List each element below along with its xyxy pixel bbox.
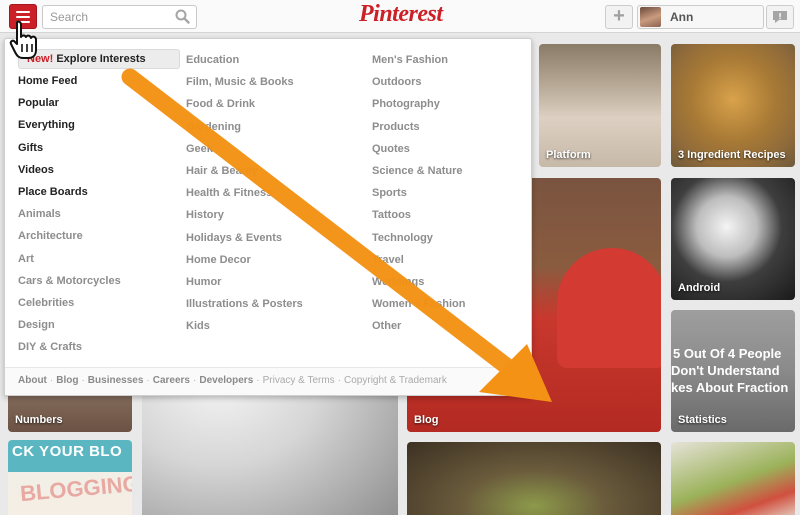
pin-recipes[interactable]: 3 Ingredient Recipes <box>671 44 795 167</box>
menu-item[interactable]: Videos <box>18 159 180 181</box>
pin-image-text: 5 Out Of 4 People <box>673 346 782 361</box>
menu-item[interactable]: Place Boards <box>18 181 180 203</box>
menu-item[interactable]: Popular <box>18 92 180 114</box>
menu-item[interactable]: Everything <box>18 114 180 136</box>
search-input[interactable] <box>43 6 168 28</box>
menu-column: Education Film, Music & Books Food & Drink… <box>186 49 303 338</box>
add-pin-button[interactable]: + <box>605 5 633 29</box>
menu-item[interactable]: Illustrations & Posters <box>186 293 303 315</box>
footer-link[interactable]: Privacy & Terms <box>263 375 335 386</box>
menu-item[interactable]: Gifts <box>18 137 180 159</box>
pin-label: 3 Ingredient Recipes <box>678 149 786 161</box>
menu-item[interactable]: Art <box>18 248 180 270</box>
menu-item[interactable]: Geek <box>186 138 303 160</box>
footer-separator: · <box>49 375 54 386</box>
menu-item[interactable]: Products <box>372 116 465 138</box>
menu-item[interactable]: Tattoos <box>372 204 465 226</box>
menu-item[interactable]: Animals <box>18 203 180 225</box>
pin-image-text: Don't Understand <box>671 363 780 378</box>
pin-label: Platform <box>546 149 591 161</box>
hamburger-icon-line <box>16 15 30 18</box>
menu-item[interactable]: Design <box>18 314 180 336</box>
hamburger-icon-line <box>16 10 30 13</box>
menu-item[interactable]: Home Decor <box>186 249 303 271</box>
footer-link[interactable]: Developers <box>199 375 253 386</box>
menu-footer: About · Blog · Businesses · Careers · Developers… <box>5 367 531 395</box>
footer-separator: · <box>256 375 260 386</box>
menu-item[interactable]: DIY & Crafts <box>18 336 180 358</box>
menu-column: Men's Fashion Outdoors Photography Products… <box>372 49 465 338</box>
menu-item[interactable]: Hair & Beauty <box>186 160 303 182</box>
menu-item[interactable]: Humor <box>186 271 303 293</box>
menu-item[interactable]: Celebrities <box>18 292 180 314</box>
pin-image-text: ck your blo <box>12 443 123 460</box>
menu-item[interactable]: Kids <box>186 315 303 337</box>
menu-column: New! Explore Interests Home Feed Popular E… <box>18 49 180 359</box>
pin-blogging[interactable]: ck your blo BLOGGING <box>8 440 132 515</box>
menu-item[interactable]: Science & Nature <box>372 160 465 182</box>
pin-statistics[interactable]: 5 Out Of 4 People Don't Understand kes A… <box>671 310 795 432</box>
menu-item[interactable]: Weddings <box>372 271 465 293</box>
menu-item[interactable]: Cars & Motorcycles <box>18 270 180 292</box>
top-bar: Pinterest + Ann <box>0 0 800 33</box>
notifications-button[interactable] <box>766 5 794 29</box>
footer-separator: · <box>193 375 197 386</box>
footer-separator: · <box>81 375 85 386</box>
menu-item[interactable]: Food & Drink <box>186 93 303 115</box>
menu-item[interactable]: Film, Music & Books <box>186 71 303 93</box>
footer-link[interactable]: About <box>18 375 47 386</box>
menu-item[interactable]: Gardening <box>186 116 303 138</box>
pin-label: Android <box>678 282 721 294</box>
search-icon[interactable] <box>175 9 190 24</box>
menu-item[interactable]: Architecture <box>18 225 180 247</box>
pin-platform[interactable]: Platform <box>539 44 661 167</box>
footer-separator: · <box>146 375 150 386</box>
pin-label: Blog <box>414 414 439 426</box>
menu-item[interactable]: Quotes <box>372 138 465 160</box>
avatar <box>640 7 661 27</box>
menu-item[interactable]: Photography <box>372 93 465 115</box>
pin-salad-photo[interactable] <box>671 442 795 515</box>
menu-item[interactable]: Other <box>372 315 465 337</box>
explore-menu: New! Explore Interests Home Feed Popular E… <box>4 32 532 396</box>
pin-android[interactable]: Android <box>671 178 795 300</box>
footer-link[interactable]: Blog <box>56 375 78 386</box>
pinterest-logo[interactable]: Pinterest <box>359 1 443 28</box>
menu-item[interactable]: Education <box>186 49 303 71</box>
menu-item[interactable]: Women's Fashion <box>372 293 465 315</box>
search-box <box>42 5 197 29</box>
menu-item[interactable]: History <box>186 204 303 226</box>
pin-label: Statistics <box>678 414 727 426</box>
pin-image-text: BLOGGING <box>19 470 132 507</box>
footer-link[interactable]: Businesses <box>88 375 144 386</box>
hand-cursor-icon <box>9 20 37 59</box>
user-profile-button[interactable]: Ann <box>637 5 764 29</box>
footer-separator: · <box>337 375 342 386</box>
footer-link[interactable]: Copyright & Trademark <box>344 375 447 386</box>
speech-bubble-icon <box>773 11 787 23</box>
pin-image-text: kes About Fraction <box>671 380 789 395</box>
pin-label: Numbers <box>15 414 63 426</box>
menu-item[interactable]: Home Feed <box>18 70 180 92</box>
footer-link[interactable]: Careers <box>153 375 190 386</box>
menu-item[interactable]: Men's Fashion <box>372 49 465 71</box>
user-name: Ann <box>670 10 694 24</box>
pin-image-heart <box>557 248 661 368</box>
menu-item[interactable]: Health & Fitness <box>186 182 303 204</box>
explore-interests-label: Explore Interests <box>56 53 146 65</box>
menu-item[interactable]: Travel <box>372 249 465 271</box>
menu-item[interactable]: Holidays & Events <box>186 227 303 249</box>
menu-item[interactable]: Outdoors <box>372 71 465 93</box>
menu-item[interactable]: Sports <box>372 182 465 204</box>
menu-item[interactable]: Technology <box>372 227 465 249</box>
pin-food-photo[interactable] <box>407 442 661 515</box>
